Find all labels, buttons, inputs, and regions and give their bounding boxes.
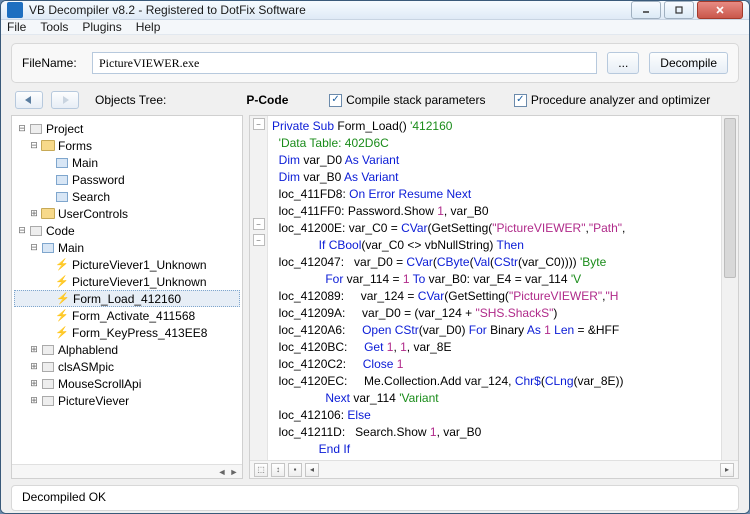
code-pane: − − − Private Sub Form_Load() '412160 'D…: [249, 115, 739, 479]
tool-button[interactable]: ▪: [288, 463, 302, 477]
menubar: File Tools Plugins Help: [1, 20, 749, 35]
fold-icon: −: [253, 218, 265, 230]
menu-help[interactable]: Help: [136, 20, 161, 34]
tree-item-selected: ⚡Form_Load_412160: [14, 290, 240, 307]
split-panel: ⊟Project ⊟Forms Main Password Search ⊞Us…: [11, 115, 739, 479]
nav-forward-button[interactable]: [51, 91, 79, 109]
menu-file[interactable]: File: [7, 20, 26, 34]
fold-icon: −: [253, 234, 265, 246]
filename-input[interactable]: [92, 52, 597, 74]
scroll-left-icon: ◄: [217, 467, 227, 477]
compile-stack-checkbox[interactable]: ✓ Compile stack parameters: [329, 93, 485, 107]
tool-button[interactable]: ◂: [305, 463, 319, 477]
tool-button[interactable]: ⬚: [254, 463, 268, 477]
nav-back-button[interactable]: [15, 91, 43, 109]
titlebar[interactable]: VB Decompiler v8.2 - Registered to DotFi…: [1, 1, 749, 20]
code-toolbar: ⬚ ↕ ▪ ◂ ▸: [250, 460, 738, 478]
window-title: VB Decompiler v8.2 - Registered to DotFi…: [29, 3, 628, 17]
procedure-analyzer-checkbox[interactable]: ✓ Procedure analyzer and optimizer: [514, 93, 710, 107]
minimize-button[interactable]: [631, 1, 661, 19]
tree-hscroll[interactable]: ◄ ►: [12, 464, 242, 478]
toolbar-row: Objects Tree: P-Code ✓ Compile stack par…: [11, 89, 739, 109]
filename-label: FileName:: [22, 56, 82, 70]
pcode-header: P-Code: [246, 93, 288, 107]
menu-plugins[interactable]: Plugins: [82, 20, 121, 34]
code-gutter[interactable]: − − −: [250, 116, 268, 460]
decompile-button[interactable]: Decompile: [649, 52, 728, 74]
status-text: Decompiled OK: [22, 490, 106, 504]
bolt-icon: ⚡: [54, 258, 70, 272]
menu-tools[interactable]: Tools: [40, 20, 68, 34]
bolt-icon: ⚡: [55, 292, 71, 306]
bolt-icon: ⚡: [54, 309, 70, 323]
main-window: VB Decompiler v8.2 - Registered to DotFi…: [0, 0, 750, 514]
tool-button[interactable]: ↕: [271, 463, 285, 477]
browse-button[interactable]: ...: [607, 52, 639, 74]
file-panel: FileName: ... Decompile: [11, 43, 739, 83]
objects-tree[interactable]: ⊟Project ⊟Forms Main Password Search ⊞Us…: [12, 116, 242, 464]
code-view[interactable]: Private Sub Form_Load() '412160 'Data Ta…: [268, 116, 721, 460]
fold-icon: −: [253, 118, 265, 130]
scroll-right-icon: ►: [229, 467, 239, 477]
tree-pane: ⊟Project ⊟Forms Main Password Search ⊞Us…: [11, 115, 243, 479]
close-button[interactable]: [697, 1, 743, 19]
bolt-icon: ⚡: [54, 326, 70, 340]
bolt-icon: ⚡: [54, 275, 70, 289]
scroll-right-icon[interactable]: ▸: [720, 463, 734, 477]
tree-item-event: ⚡PictureViever1_Unknown: [14, 256, 240, 273]
check-icon: ✓: [329, 94, 342, 107]
code-vscroll[interactable]: [721, 116, 738, 460]
app-icon: [7, 2, 23, 18]
check-icon: ✓: [514, 94, 527, 107]
content-area: FileName: ... Decompile Objects Tree: P-…: [1, 35, 749, 514]
objects-tree-label: Objects Tree:: [95, 93, 166, 107]
status-bar: Decompiled OK: [11, 485, 739, 511]
maximize-button[interactable]: [664, 1, 694, 19]
